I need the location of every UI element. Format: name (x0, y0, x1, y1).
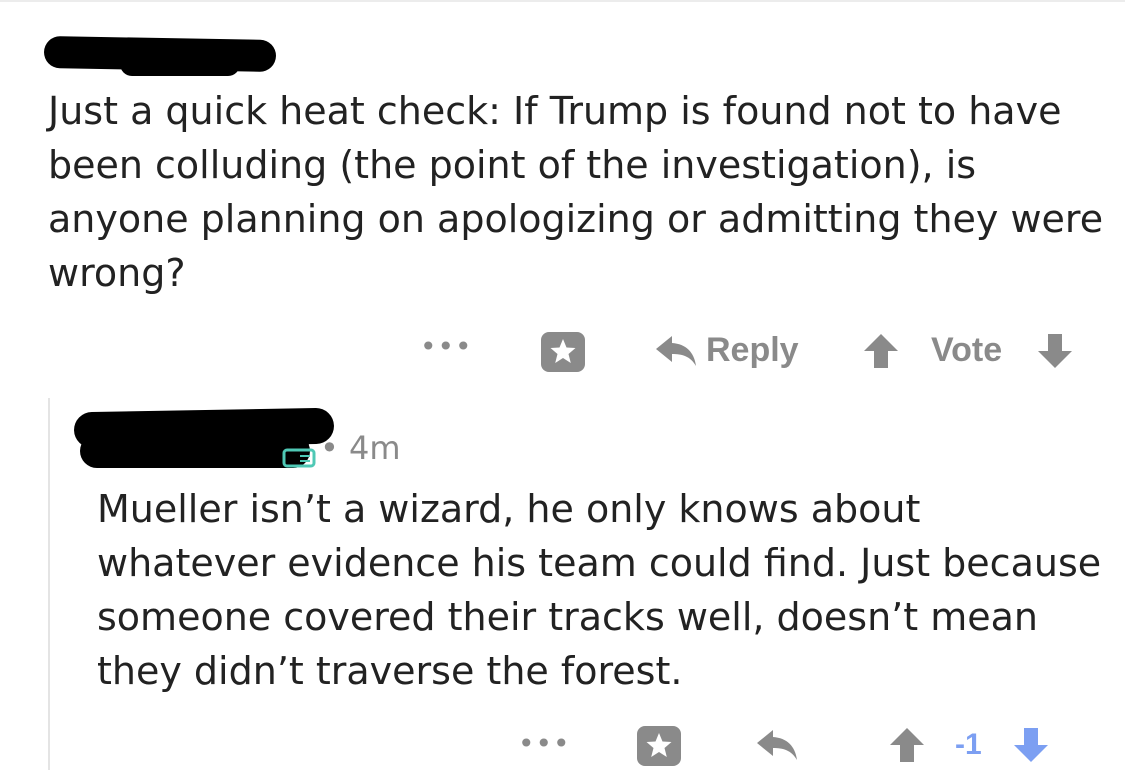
moderator-badge-icon (282, 446, 316, 468)
upvote-icon[interactable] (888, 726, 926, 764)
reply-icon[interactable] (654, 334, 698, 368)
vote-label: Vote (931, 331, 1003, 369)
vote-score: -1 (955, 728, 982, 761)
reply-icon[interactable] (755, 728, 799, 762)
award-icon[interactable] (636, 725, 682, 767)
award-icon[interactable] (540, 331, 586, 373)
reply-body: Mueller isn’t a wizard, he only knows ab… (97, 487, 1102, 693)
top-divider (0, 0, 1125, 2)
reply-timestamp: • 4m (320, 429, 401, 467)
downvote-icon[interactable] (1036, 332, 1074, 370)
reply-button[interactable]: Reply (706, 333, 799, 367)
upvote-icon[interactable] (862, 332, 900, 370)
more-options-icon[interactable]: ••• (518, 730, 571, 758)
post-body: Just a quick heat check: If Trump is fou… (48, 89, 1104, 295)
more-options-icon[interactable]: ••• (420, 333, 473, 361)
downvote-icon[interactable] (1012, 726, 1050, 764)
thread-indent-line (48, 398, 50, 770)
